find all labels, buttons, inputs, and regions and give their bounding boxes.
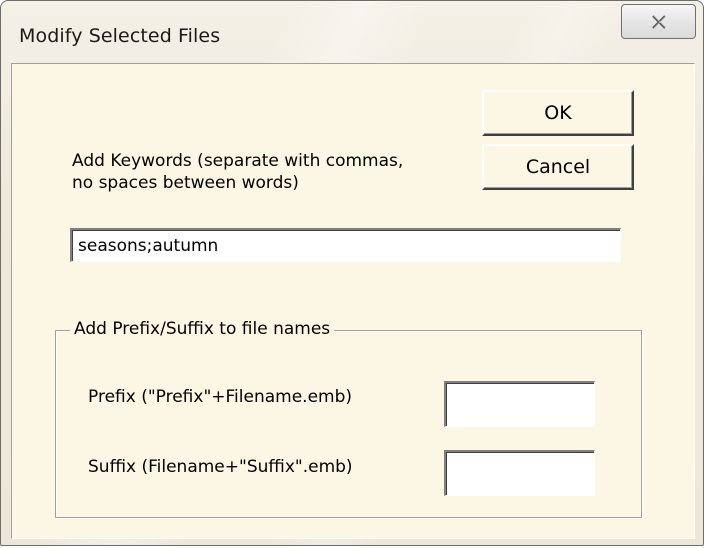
ok-button[interactable]: OK xyxy=(482,90,634,136)
title-bar[interactable]: Modify Selected Files xyxy=(1,1,703,65)
close-button[interactable] xyxy=(621,4,696,39)
suffix-label: Suffix (Filename+"Suffix".emb) xyxy=(88,457,353,477)
prefix-suffix-group-legend: Add Prefix/Suffix to file names xyxy=(70,318,335,340)
suffix-input[interactable] xyxy=(444,450,595,496)
dialog-client-area: OK Cancel Add Keywords (separate with co… xyxy=(11,63,695,539)
dialog-window: Modify Selected Files OK Cancel Add Keyw… xyxy=(0,0,704,546)
keywords-label-line1: Add Keywords (separate with commas, xyxy=(72,151,404,171)
window-title: Modify Selected Files xyxy=(19,25,221,47)
prefix-input[interactable] xyxy=(444,381,595,427)
cancel-button[interactable]: Cancel xyxy=(482,144,634,190)
keywords-label: Add Keywords (separate with commas, no s… xyxy=(72,150,403,194)
prefix-label: Prefix ("Prefix"+Filename.emb) xyxy=(88,387,353,407)
keywords-input[interactable]: seasons;autumn xyxy=(70,228,621,262)
close-icon xyxy=(651,14,667,29)
keywords-label-line2: no spaces between words) xyxy=(72,173,299,193)
